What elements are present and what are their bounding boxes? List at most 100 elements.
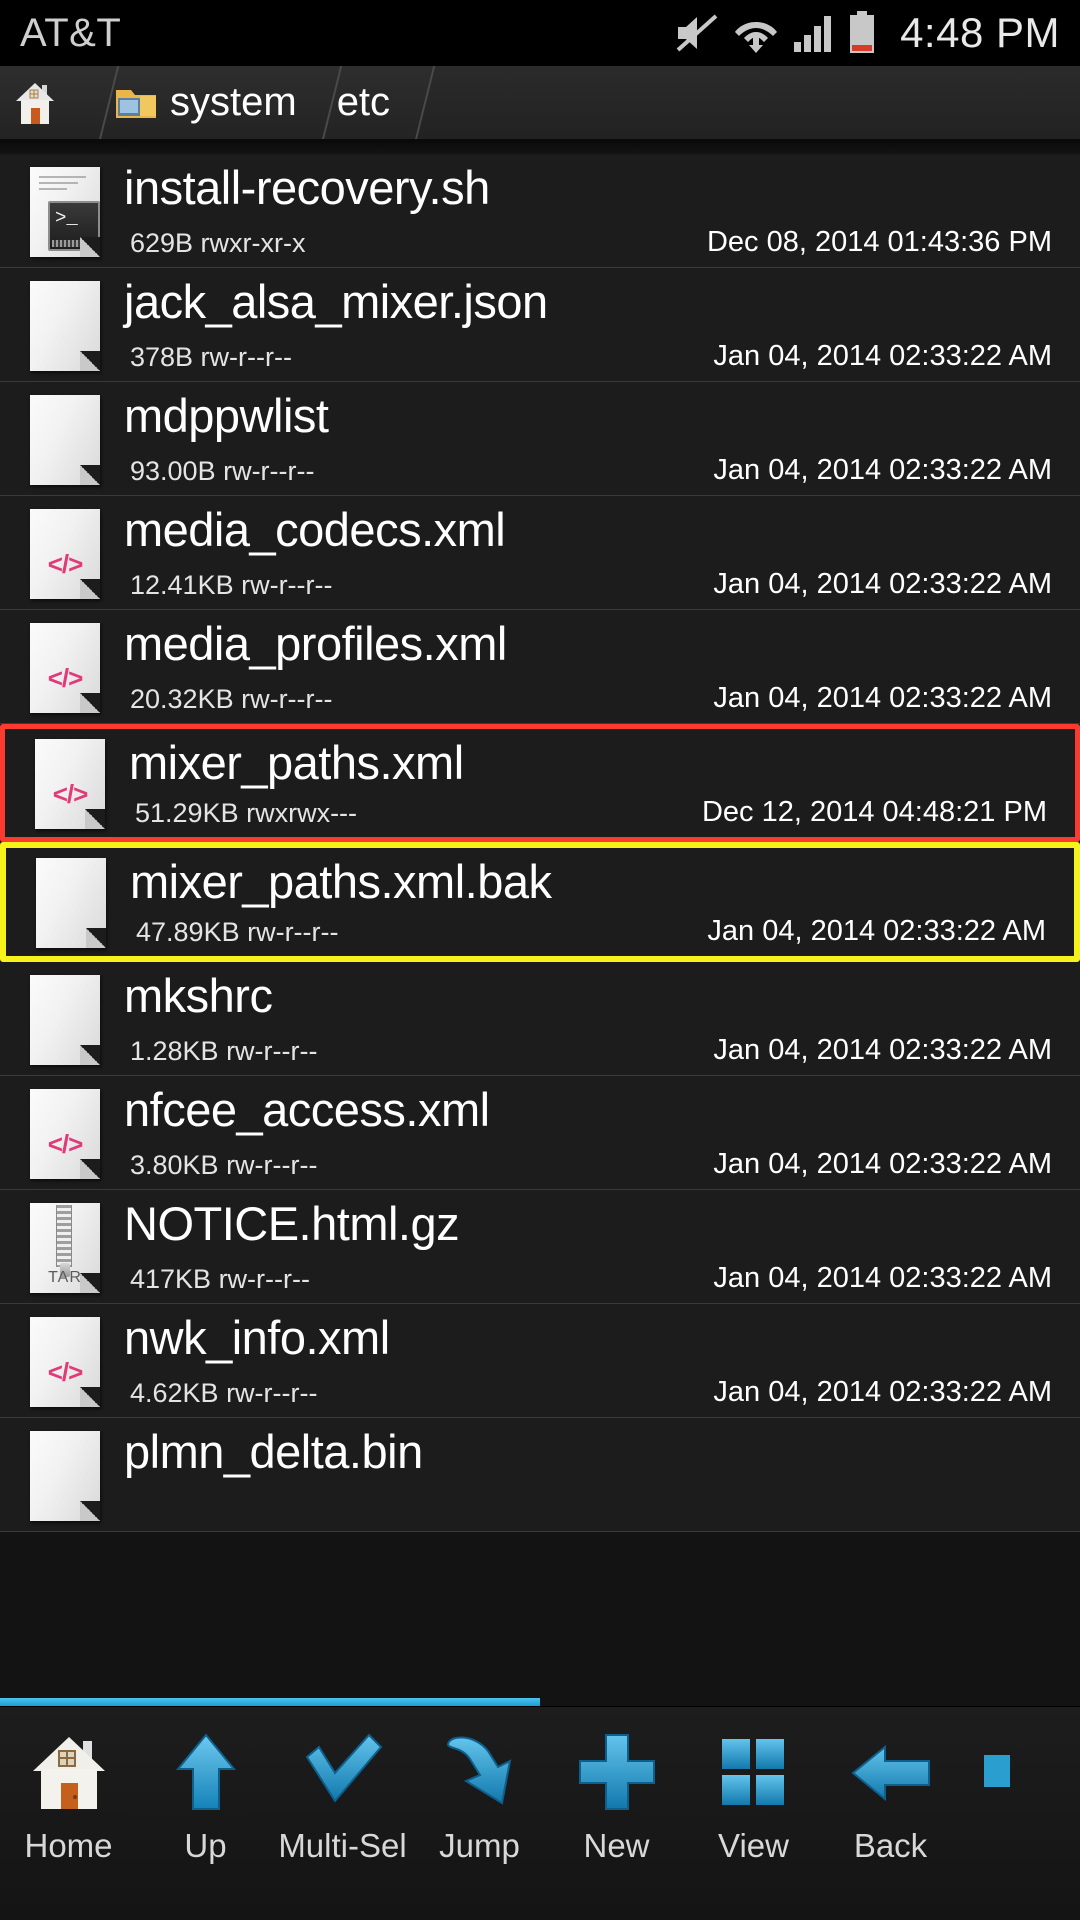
xml-file-icon: </>	[30, 1088, 100, 1179]
file-info: media_profiles.xml 20.32KB rw-r--r-- Jan 0…	[124, 610, 1080, 723]
file-meta: 1.28KB rw-r--r--	[130, 1036, 318, 1066]
file-meta: 417KB rw-r--r--	[130, 1264, 310, 1294]
file-meta: 378B rw-r--r--	[130, 342, 292, 372]
tar-archive-icon: TAR	[30, 1202, 100, 1293]
file-icon	[24, 163, 106, 259]
bottom-toolbar: Home Up Multi-Sel Jump New View Back	[0, 1706, 1080, 1920]
file-date: Jan 04, 2014 02:33:22 AM	[713, 1262, 1052, 1294]
file-icon: TAR	[24, 1199, 106, 1295]
file-info: mdppwlist 93.00B rw-r--r-- Jan 04, 2014 02…	[124, 382, 1080, 495]
file-name: mdppwlist	[124, 389, 329, 442]
file-name: media_codecs.xml	[124, 503, 506, 556]
breadcrumb-label-etc: etc	[336, 80, 391, 124]
file-icon: </>	[24, 505, 106, 601]
file-name: install-recovery.sh	[124, 161, 490, 214]
file-icon	[24, 277, 106, 373]
file-date: Jan 04, 2014 02:33:22 AM	[713, 1034, 1052, 1066]
partial-icon	[980, 1725, 1076, 1821]
plain-file-icon	[30, 1430, 100, 1521]
file-info: media_codecs.xml 12.41KB rw-r--r-- Jan 04,…	[124, 496, 1080, 609]
mute-icon	[676, 14, 718, 52]
file-info: jack_alsa_mixer.json 378B rw-r--r-- Jan 04…	[124, 268, 1080, 381]
file-date: Jan 04, 2014 02:33:22 AM	[713, 568, 1052, 600]
file-rows-container: install-recovery.sh 629B rwxr-xr-x Dec 08,…	[0, 154, 1080, 1532]
file-meta: 3.80KB rw-r--r--	[130, 1150, 318, 1180]
toolbar-button-multi-sel[interactable]: Multi-Sel	[274, 1725, 411, 1901]
file-icon: </>	[24, 1313, 106, 1409]
file-row[interactable]: install-recovery.sh 629B rwxr-xr-x Dec 08,…	[0, 154, 1080, 268]
toolbar-label-back: Back	[853, 1827, 928, 1864]
file-row[interactable]: </> media_profiles.xml 20.32KB rw-r--r-- Ja…	[0, 610, 1080, 724]
toolbar-button-overflow[interactable]	[959, 1725, 1080, 1901]
file-icon: </>	[24, 1085, 106, 1181]
file-row[interactable]: </> nfcee_access.xml 3.80KB rw-r--r-- Jan 0…	[0, 1076, 1080, 1190]
plain-file-icon	[30, 394, 100, 485]
file-list[interactable]: install-recovery.sh 629B rwxr-xr-x Dec 08,…	[0, 140, 1080, 1706]
script-file-icon	[30, 166, 100, 257]
file-info: mkshrc 1.28KB rw-r--r-- Jan 04, 2014 02:33…	[124, 962, 1080, 1075]
file-meta: 51.29KB rwxrwx---	[135, 798, 358, 828]
cellular-signal-icon	[794, 16, 832, 52]
file-name: nwk_info.xml	[124, 1311, 390, 1364]
file-row[interactable]: TAR NOTICE.html.gz 417KB rw-r--r-- Jan 04, …	[0, 1190, 1080, 1304]
breadcrumb-item-system[interactable]: system	[96, 66, 319, 139]
toolbar-label-view: View	[718, 1827, 789, 1864]
file-row[interactable]: mkshrc 1.28KB rw-r--r-- Jan 04, 2014 02:33…	[0, 962, 1080, 1076]
breadcrumb-label-system: system	[170, 80, 297, 124]
status-icons: 4:48 PM	[674, 9, 1060, 57]
file-name: plmn_delta.bin	[124, 1425, 423, 1478]
breadcrumb-item-home[interactable]	[0, 66, 96, 139]
toolbar-button-up[interactable]: Up	[137, 1725, 274, 1901]
up-arrow-icon	[158, 1725, 254, 1821]
file-row[interactable]: </> nwk_info.xml 4.62KB rw-r--r-- Jan 04, 2…	[0, 1304, 1080, 1418]
file-info: mixer_paths.xml.bak 47.89KB rw-r--r-- Jan …	[130, 848, 1074, 956]
folder-icon	[114, 84, 158, 122]
file-date: Jan 04, 2014 02:33:22 AM	[713, 454, 1052, 486]
file-row[interactable]: mdppwlist 93.00B rw-r--r-- Jan 04, 2014 02…	[0, 382, 1080, 496]
file-name: nfcee_access.xml	[124, 1083, 490, 1136]
plain-file-icon	[30, 974, 100, 1065]
file-date: Dec 08, 2014 01:43:36 PM	[706, 226, 1052, 258]
xml-file-icon: </>	[30, 508, 100, 599]
xml-file-icon: </>	[35, 739, 105, 829]
file-date: Jan 04, 2014 02:33:22 AM	[713, 1148, 1052, 1180]
scroll-position-indicator[interactable]	[0, 1698, 540, 1706]
file-date: Jan 04, 2014 02:33:22 AM	[713, 682, 1052, 714]
toolbar-button-jump[interactable]: Jump	[411, 1725, 548, 1901]
jump-arrow-icon	[432, 1725, 528, 1821]
file-row[interactable]: mixer_paths.xml.bak 47.89KB rw-r--r-- Jan …	[0, 842, 1080, 962]
toolbar-label-home: Home	[24, 1827, 113, 1864]
file-icon: </>	[24, 619, 106, 715]
file-info: install-recovery.sh 629B rwxr-xr-x Dec 08,…	[124, 154, 1080, 267]
file-info: nfcee_access.xml 3.80KB rw-r--r-- Jan 04, …	[124, 1076, 1080, 1189]
file-row[interactable]: </> mixer_paths.xml 51.29KB rwxrwx--- Dec 1…	[0, 724, 1080, 842]
toolbar-button-view[interactable]: View	[685, 1725, 822, 1901]
file-name: mkshrc	[124, 969, 273, 1022]
toolbar-button-home[interactable]: Home	[0, 1725, 137, 1901]
file-row[interactable]: jack_alsa_mixer.json 378B rw-r--r-- Jan 04…	[0, 268, 1080, 382]
battery-icon	[850, 11, 875, 53]
status-bar: AT&T 4:48 PM	[0, 0, 1080, 66]
plus-icon	[569, 1725, 665, 1821]
back-arrow-icon	[843, 1725, 939, 1821]
file-date: Jan 04, 2014 02:33:22 AM	[713, 1376, 1052, 1408]
toolbar-button-back[interactable]: Back	[822, 1725, 959, 1901]
toolbar-button-new[interactable]: New	[548, 1725, 685, 1901]
file-row[interactable]: </> media_codecs.xml 12.41KB rw-r--r-- Jan …	[0, 496, 1080, 610]
breadcrumb: system etc	[0, 66, 1080, 140]
toolbar-label-new: New	[583, 1827, 650, 1864]
toolbar-label-jump: Jump	[439, 1827, 520, 1864]
wifi-icon	[735, 22, 778, 53]
file-name: jack_alsa_mixer.json	[124, 275, 548, 328]
file-row[interactable]: plmn_delta.bin	[0, 1418, 1080, 1532]
file-name: mixer_paths.xml	[129, 736, 464, 789]
plain-file-icon	[30, 280, 100, 371]
file-meta: 47.89KB rw-r--r--	[136, 917, 339, 947]
file-name: media_profiles.xml	[124, 617, 507, 670]
file-icon: </>	[29, 735, 111, 831]
file-date: Jan 04, 2014 02:33:22 AM	[707, 915, 1046, 947]
toolbar-label-multi-sel: Multi-Sel	[278, 1827, 407, 1864]
xml-file-icon: </>	[30, 1316, 100, 1407]
status-clock: 4:48 PM	[900, 9, 1060, 56]
file-meta: 629B rwxr-xr-x	[130, 228, 306, 258]
